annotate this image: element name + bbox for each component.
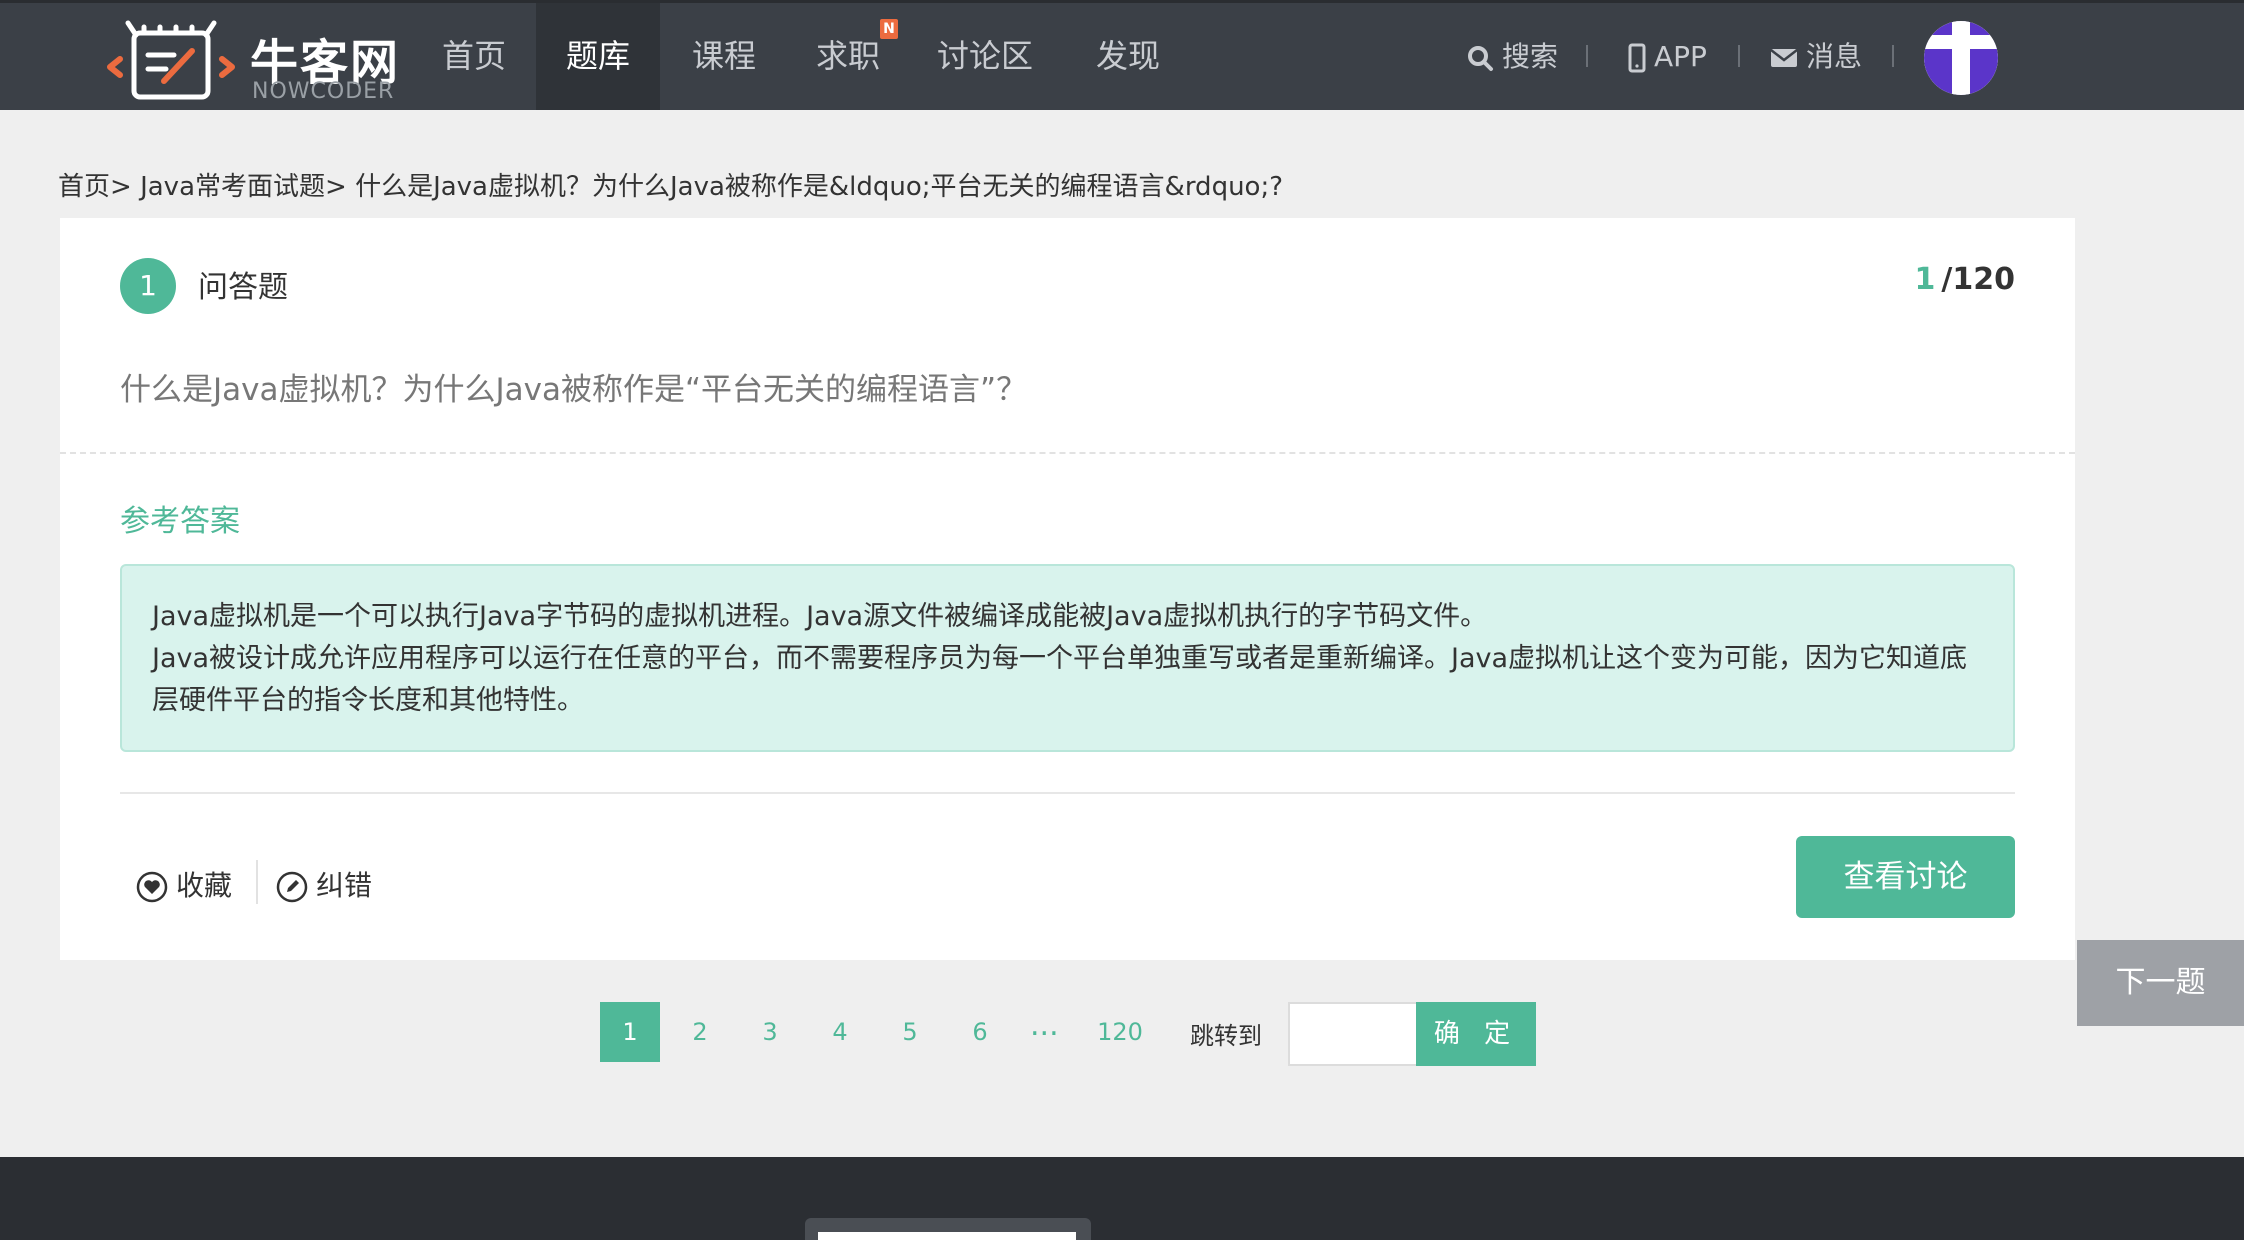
answer-line-1: Java虚拟机是一个可以执行Java字节码的虚拟机进程。Java源文件被编译成能…	[152, 601, 1488, 632]
nav-divider	[1738, 45, 1740, 67]
question-progress: 1/120	[1915, 262, 2015, 297]
breadcrumb: 首页> Java常考面试题> 什么是Java虚拟机？为什么Java被称作是&ld…	[58, 166, 1283, 203]
nav-app[interactable]: APP	[1628, 3, 1707, 110]
breadcrumb-separator: >	[110, 172, 141, 202]
top-navbar: 牛客网 NOWCODER 首页 题库 课程 求职 N 讨论区 发现 搜索 APP…	[0, 0, 2244, 110]
breadcrumb-category[interactable]: Java常考面试题	[140, 172, 325, 202]
nav-messages[interactable]: 消息	[1770, 3, 1862, 110]
question-progress-total: /120	[1941, 262, 2015, 297]
question-card: 1 问答题 1/120 什么是Java虚拟机？为什么Java被称作是“平台无关的…	[60, 218, 2075, 960]
page-button-1[interactable]: 1	[600, 1002, 660, 1062]
divider	[120, 792, 2015, 794]
user-avatar[interactable]	[1924, 21, 1998, 95]
logo-text-en: NOWCODER	[252, 79, 395, 104]
question-number-badge: 1	[120, 258, 176, 314]
phone-icon	[1628, 43, 1646, 73]
avatar-image	[1924, 21, 1998, 95]
reference-answer-box: Java虚拟机是一个可以执行Java字节码的虚拟机进程。Java源文件被编译成能…	[120, 564, 2015, 752]
question-type: 问答题	[198, 270, 288, 305]
page-button-3[interactable]: 3	[740, 1002, 800, 1062]
jump-page-input[interactable]	[1288, 1002, 1416, 1066]
page-button-4[interactable]: 4	[810, 1002, 870, 1062]
page-button-6[interactable]: 6	[950, 1002, 1010, 1062]
jump-confirm-button[interactable]: 确 定	[1416, 1002, 1536, 1066]
breadcrumb-separator: >	[325, 172, 356, 202]
search-icon	[1468, 46, 1493, 71]
report-error-label: 纠错	[316, 869, 373, 902]
nav-messages-label: 消息	[1806, 40, 1863, 73]
heart-icon	[136, 871, 168, 903]
nav-item-discover[interactable]: 发现	[1076, 3, 1180, 110]
pencil-icon	[276, 871, 308, 903]
nav-item-courses[interactable]: 课程	[672, 3, 776, 110]
nav-item-home[interactable]: 首页	[422, 3, 526, 110]
breadcrumb-home[interactable]: 首页	[58, 172, 110, 202]
nav-search-label: 搜索	[1502, 40, 1559, 73]
page-button-5[interactable]: 5	[880, 1002, 940, 1062]
report-error-button[interactable]: 纠错	[276, 864, 372, 904]
nav-divider	[1892, 45, 1894, 67]
reference-answer-title: 参考答案	[120, 504, 240, 539]
next-question-button[interactable]: 下一题	[2077, 940, 2244, 1026]
page-button-last[interactable]: 120	[1090, 1002, 1150, 1062]
nowcoder-logo-icon	[107, 20, 235, 100]
envelope-icon	[1770, 49, 1798, 67]
jump-to-label: 跳转到	[1190, 1022, 1262, 1050]
favorite-button[interactable]: 收藏	[136, 864, 232, 904]
view-discussion-button[interactable]: 查看讨论	[1796, 836, 2015, 918]
breadcrumb-current: 什么是Java虚拟机？为什么Java被称作是&ldquo;平台无关的编程语言&r…	[355, 172, 1284, 202]
answer-line-2: Java被设计成允许应用程序可以运行在任意的平台，而不需要程序员为每一个平台单独…	[152, 643, 1968, 716]
action-divider	[256, 860, 258, 904]
nav-item-discussion[interactable]: 讨论区	[922, 3, 1048, 110]
nav-item-question-bank[interactable]: 题库	[536, 3, 660, 110]
pagination-ellipsis: ...	[1030, 1008, 1059, 1043]
page-footer	[0, 1157, 2244, 1240]
question-progress-current: 1	[1914, 262, 1936, 297]
nav-divider	[1586, 45, 1588, 67]
page-button-2[interactable]: 2	[670, 1002, 730, 1062]
favorite-label: 收藏	[176, 869, 233, 902]
question-text: 什么是Java虚拟机？为什么Java被称作是“平台无关的编程语言”？	[120, 372, 1028, 408]
site-logo[interactable]: 牛客网 NOWCODER	[106, 15, 406, 105]
nav-app-label: APP	[1654, 40, 1707, 73]
footer-tab-highlight	[818, 1232, 1076, 1240]
new-badge: N	[880, 19, 898, 39]
dashed-divider	[60, 452, 2075, 454]
nav-search[interactable]: 搜索	[1466, 3, 1558, 110]
